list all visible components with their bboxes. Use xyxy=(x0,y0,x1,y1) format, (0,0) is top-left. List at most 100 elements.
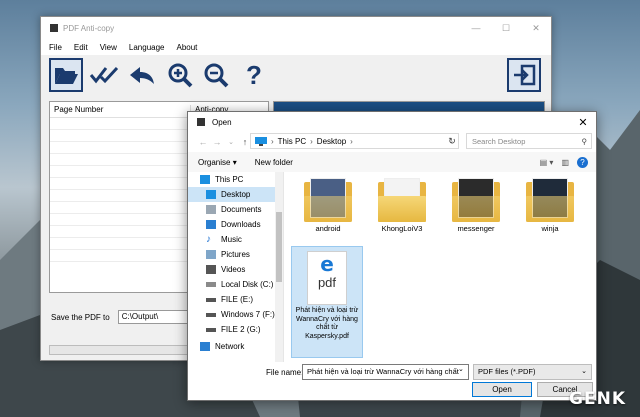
column-page-number[interactable]: Page Number xyxy=(50,105,190,114)
zoom-in-button[interactable] xyxy=(163,58,197,92)
dialog-app-icon xyxy=(197,118,205,126)
nav-scrollbar-thumb[interactable] xyxy=(276,212,282,282)
drive-icon xyxy=(206,282,216,287)
pc-icon xyxy=(200,175,210,184)
undo-button[interactable] xyxy=(125,58,159,92)
nav-desktop[interactable]: Desktop xyxy=(188,187,283,202)
exit-icon xyxy=(514,64,536,86)
maximize-button[interactable]: ☐ xyxy=(491,17,521,39)
file-type-value: PDF files (*.PDF) xyxy=(478,367,536,376)
drive-icon xyxy=(206,312,216,317)
command-bar: Organise ▾ New folder ▤ ▾ ▥ ? xyxy=(188,152,596,172)
help-circle-icon[interactable]: ? xyxy=(577,156,588,168)
view-options-icon[interactable]: ▤ ▾ xyxy=(540,158,554,167)
pdf-file-item[interactable]: e pdf Phát hiện và loại trừ WannaCry với… xyxy=(291,246,363,358)
check-icon xyxy=(89,66,119,84)
folder-icon xyxy=(526,178,574,222)
open-folder-icon xyxy=(55,68,78,84)
folder-item[interactable]: messenger xyxy=(440,178,512,233)
nav-downloads[interactable]: Downloads xyxy=(188,217,283,232)
window-title: PDF Anti-copy xyxy=(63,23,115,33)
folder-item[interactable]: android xyxy=(292,178,364,233)
dialog-close-button[interactable]: ✕ xyxy=(570,116,596,129)
nav-this-pc[interactable]: This PC xyxy=(188,172,283,187)
toolbar: ? xyxy=(47,56,545,94)
edge-e-icon: e xyxy=(320,252,334,276)
pictures-icon xyxy=(206,250,216,259)
pdf-badge: pdf xyxy=(317,275,337,290)
nav-network[interactable]: Network xyxy=(188,339,283,354)
preview-pane-icon[interactable]: ▥ xyxy=(561,158,569,167)
pc-icon xyxy=(255,136,267,146)
nav-scrollbar[interactable] xyxy=(275,172,283,362)
folder-icon xyxy=(452,178,500,222)
recent-chevron-icon[interactable]: ⌄ xyxy=(224,138,238,146)
breadcrumb-desktop[interactable]: Desktop xyxy=(317,137,346,146)
videos-icon xyxy=(206,265,216,274)
search-icon: ⚲ xyxy=(581,136,588,146)
folder-icon xyxy=(304,178,352,222)
exit-button[interactable] xyxy=(507,58,541,92)
svg-text:?: ? xyxy=(246,62,262,88)
breadcrumb-this-pc[interactable]: This PC xyxy=(278,137,306,146)
pdf-file-icon: e pdf xyxy=(307,251,347,305)
forward-arrow-icon[interactable]: → xyxy=(210,137,224,147)
new-folder-button[interactable]: New folder xyxy=(255,158,293,167)
folder-item[interactable]: KhongLoiV3 xyxy=(366,178,438,233)
window-titlebar: PDF Anti-copy — ☐ ✕ xyxy=(41,17,551,39)
downloads-icon xyxy=(206,220,216,229)
file-name-input[interactable]: Phát hiện và loại trừ WannaCry với hàng … xyxy=(302,364,469,380)
menu-view[interactable]: View xyxy=(100,43,117,52)
documents-icon xyxy=(206,205,216,214)
zoom-out-icon xyxy=(204,63,229,88)
apply-button[interactable] xyxy=(87,58,121,92)
drive-icon xyxy=(206,297,216,302)
nav-videos[interactable]: Videos xyxy=(188,262,283,277)
close-button[interactable]: ✕ xyxy=(521,17,551,39)
folder-icon xyxy=(378,178,426,222)
open-button[interactable] xyxy=(49,58,83,92)
genk-watermark: GENK xyxy=(569,389,626,409)
drive-icon xyxy=(206,327,216,332)
menu-edit[interactable]: Edit xyxy=(74,43,88,52)
save-label: Save the PDF to xyxy=(51,312,110,322)
open-dialog: Open ✕ ← → ⌄ ↑ › This PC › Desktop › ⌄ ↻… xyxy=(187,111,597,401)
organise-menu[interactable]: Organise ▾ xyxy=(198,158,237,167)
chevron-down-icon: ⌄ xyxy=(581,368,587,375)
menu-file[interactable]: File xyxy=(49,43,62,52)
search-placeholder: Search Desktop xyxy=(472,136,526,146)
zoom-in-icon xyxy=(168,63,193,88)
nav-file2-g[interactable]: FILE 2 (G:) xyxy=(188,322,283,337)
open-button[interactable]: Open xyxy=(472,382,532,397)
zoom-out-button[interactable] xyxy=(199,58,233,92)
nav-file-e[interactable]: FILE (E:) xyxy=(188,292,283,307)
desktop-icon xyxy=(206,190,216,199)
menu-about[interactable]: About xyxy=(176,43,197,52)
undo-icon xyxy=(130,67,154,84)
menu-bar: File Edit View Language About xyxy=(41,39,551,55)
search-input[interactable]: Search Desktop ⚲ xyxy=(466,133,592,149)
nav-documents[interactable]: Documents xyxy=(188,202,283,217)
nav-windows7-f[interactable]: Windows 7 (F:) xyxy=(188,307,283,322)
back-arrow-icon[interactable]: ← xyxy=(196,137,210,147)
navigation-pane: This PC Desktop Documents Downloads ♪ Mu… xyxy=(188,172,284,362)
nav-pictures[interactable]: Pictures xyxy=(188,247,283,262)
address-bar[interactable]: › This PC › Desktop › ⌄ xyxy=(250,133,459,149)
minimize-button[interactable]: — xyxy=(461,17,491,39)
dialog-titlebar: Open ✕ xyxy=(188,112,596,132)
app-icon xyxy=(50,24,58,32)
nav-local-disk-c[interactable]: Local Disk (C:) xyxy=(188,277,283,292)
nav-music[interactable]: ♪ Music xyxy=(188,232,283,247)
music-icon: ♪ xyxy=(206,234,211,245)
refresh-icon[interactable]: ↻ xyxy=(444,133,460,149)
file-type-select[interactable]: PDF files (*.PDF) ⌄ xyxy=(473,364,592,380)
menu-language[interactable]: Language xyxy=(129,43,165,52)
help-icon: ? xyxy=(246,62,262,88)
help-button[interactable]: ? xyxy=(237,58,271,92)
folder-item[interactable]: winja xyxy=(514,178,586,233)
pdf-file-label: Phát hiện và loại trừ WannaCry với hàng … xyxy=(295,307,359,340)
file-name-dropdown-icon[interactable]: ⌄ xyxy=(458,365,464,373)
file-name-label: File name: xyxy=(266,368,304,377)
network-icon xyxy=(200,342,210,351)
dialog-title: Open xyxy=(212,117,232,127)
